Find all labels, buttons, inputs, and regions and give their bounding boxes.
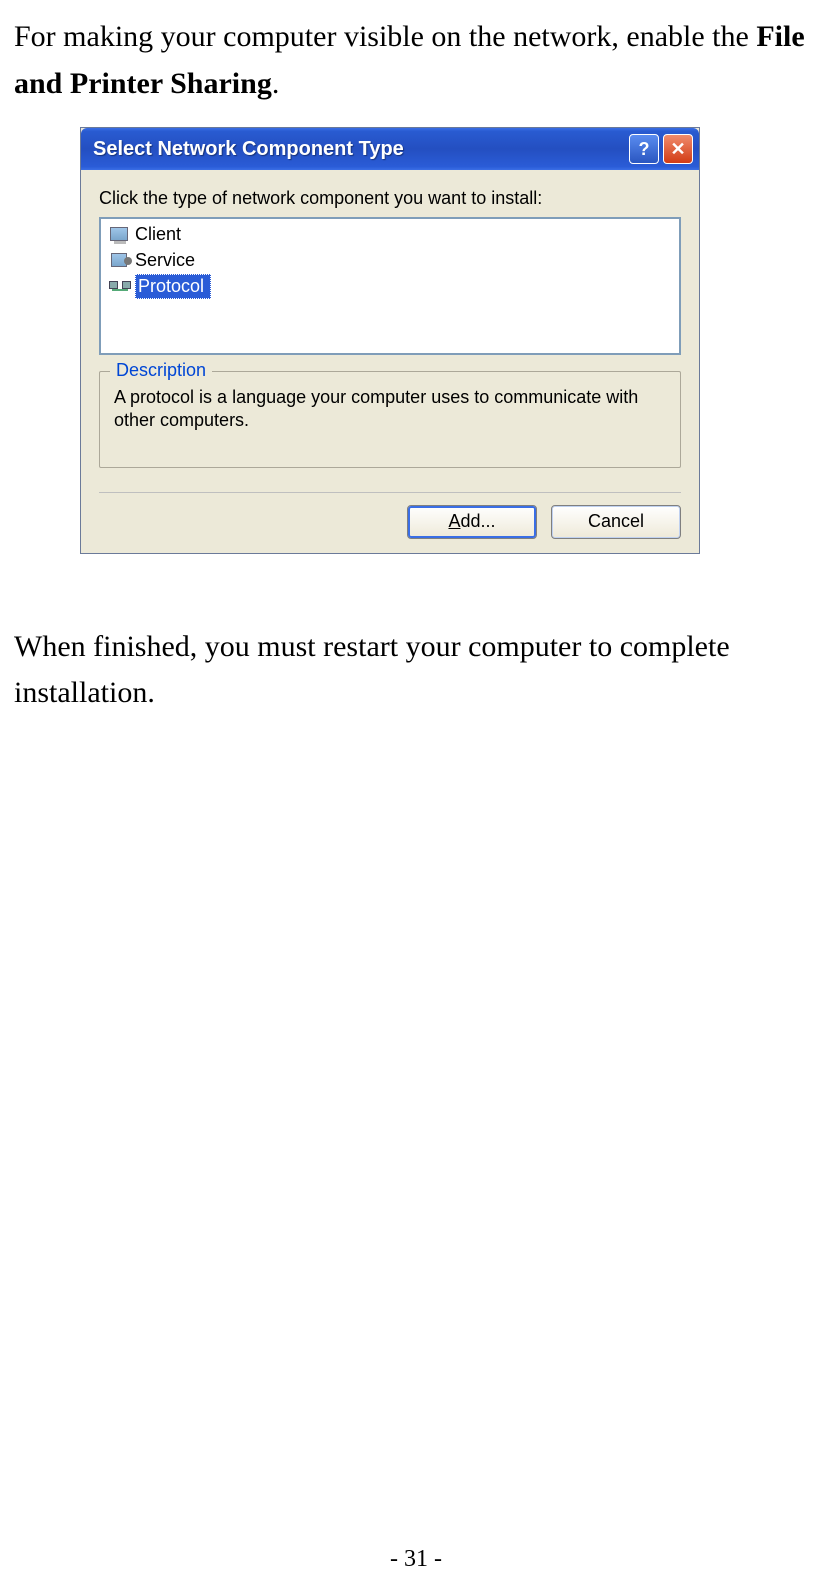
list-item[interactable]: Service xyxy=(105,247,675,273)
titlebar[interactable]: Select Network Component Type ? ✕ xyxy=(81,128,699,170)
separator xyxy=(99,492,681,493)
help-button[interactable]: ? xyxy=(629,134,659,164)
dialog-select-network-component: Select Network Component Type ? ✕ Click … xyxy=(80,127,700,554)
description-body: A protocol is a language your computer u… xyxy=(114,386,666,433)
button-row: Add... Cancel xyxy=(99,505,681,539)
add-rest: dd... xyxy=(460,511,495,531)
instruction-text: Click the type of network component you … xyxy=(99,188,681,209)
cancel-button[interactable]: Cancel xyxy=(551,505,681,539)
close-button[interactable]: ✕ xyxy=(663,134,693,164)
list-item-label: Service xyxy=(135,250,195,271)
intro-paragraph: For making your computer visible on the … xyxy=(0,0,832,107)
description-title: Description xyxy=(110,360,212,381)
list-item[interactable]: Client xyxy=(105,221,675,247)
client-icon xyxy=(107,224,131,244)
after-paragraph: When finished, you must restart your com… xyxy=(0,554,832,717)
list-item-label: Protocol xyxy=(135,274,211,299)
component-listbox[interactable]: Client Service Protocol xyxy=(99,217,681,355)
add-accelerator: A xyxy=(448,511,460,531)
list-item-label: Client xyxy=(135,224,181,245)
list-item[interactable]: Protocol xyxy=(105,273,675,299)
add-button[interactable]: Add... xyxy=(407,505,537,539)
titlebar-text: Select Network Component Type xyxy=(93,138,625,161)
service-icon xyxy=(107,250,131,270)
intro-text-2: . xyxy=(272,67,280,100)
help-icon: ? xyxy=(639,139,650,160)
protocol-icon xyxy=(107,276,131,296)
intro-text-1: For making your computer visible on the … xyxy=(14,20,756,53)
close-icon: ✕ xyxy=(670,139,685,160)
description-groupbox: Description A protocol is a language you… xyxy=(99,371,681,468)
page-number: - 31 - xyxy=(0,1546,832,1573)
cancel-label: Cancel xyxy=(588,511,644,532)
